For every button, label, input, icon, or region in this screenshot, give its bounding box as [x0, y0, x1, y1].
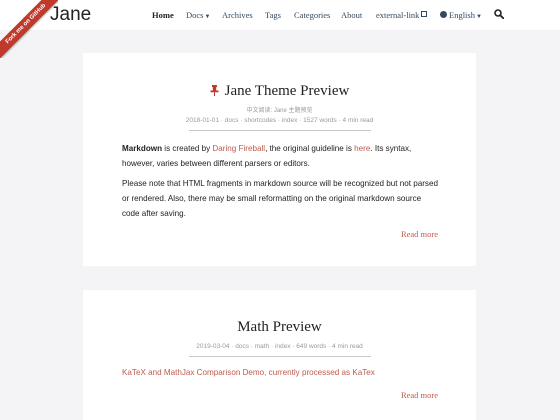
bold-text: Markdown: [122, 144, 163, 153]
globe-icon: [440, 11, 447, 18]
guideline-link[interactable]: here: [354, 144, 370, 153]
nav-categories[interactable]: Categories: [294, 10, 330, 20]
post-divider: [189, 356, 371, 357]
post-meta: 2019-03-04 · docs · math · index · 649 w…: [196, 343, 363, 350]
post-title[interactable]: Jane Theme Preview: [83, 83, 476, 100]
post-paragraph: Please note that HTML fragments in markd…: [122, 179, 438, 218]
post-meta: 2018-01-01 · docs · shortcodes · index ·…: [185, 117, 374, 124]
paragraph-text: is created by: [162, 144, 213, 153]
nav-language-label: English: [449, 10, 475, 20]
pin-icon: [210, 85, 219, 96]
post-translation-link[interactable]: 中文阅读: Jane 主题预览: [83, 105, 476, 114]
nav-docs[interactable]: Docs▼: [186, 10, 210, 20]
nav-home[interactable]: Home: [152, 10, 174, 20]
nav-language[interactable]: English▼: [440, 10, 482, 20]
site-header: Jane Home Docs▼ Archives Tags Categories…: [0, 0, 560, 30]
post-title[interactable]: Math Preview: [83, 319, 476, 336]
nav-docs-label: Docs: [186, 10, 204, 20]
nav-about[interactable]: About: [341, 10, 362, 20]
post-summary-link[interactable]: KaTeX and MathJax Comparison Demo, curre…: [122, 365, 440, 380]
search-icon[interactable]: [494, 9, 504, 19]
post-title-text: Jane Theme Preview: [224, 83, 350, 99]
post-card: Math Preview 2019-03-04 · docs · math · …: [83, 290, 476, 420]
read-more-link[interactable]: Read more: [401, 229, 438, 239]
github-ribbon[interactable]: Fork me on GitHub: [0, 0, 58, 58]
external-link-icon: [421, 11, 428, 17]
nav-tags[interactable]: Tags: [265, 10, 281, 20]
caret-down-icon: ▼: [475, 14, 482, 20]
github-ribbon-label: Fork me on GitHub: [0, 0, 58, 58]
caret-down-icon: ▼: [204, 14, 211, 20]
read-more-link[interactable]: Read more: [401, 390, 438, 400]
daring-fireball-link[interactable]: Daring Fireball: [212, 144, 265, 153]
nav-external-link-label: external-link: [376, 10, 420, 20]
post-divider: [189, 130, 371, 131]
nav-archives[interactable]: Archives: [222, 10, 253, 20]
nav-external-link[interactable]: external-link: [376, 10, 428, 20]
paragraph-text: , the original guideline is: [265, 144, 355, 153]
post-paragraph: Markdown is created by Daring Fireball, …: [122, 141, 440, 171]
post-card: Jane Theme Preview 中文阅读: Jane 主题预览 2018-…: [83, 53, 476, 266]
